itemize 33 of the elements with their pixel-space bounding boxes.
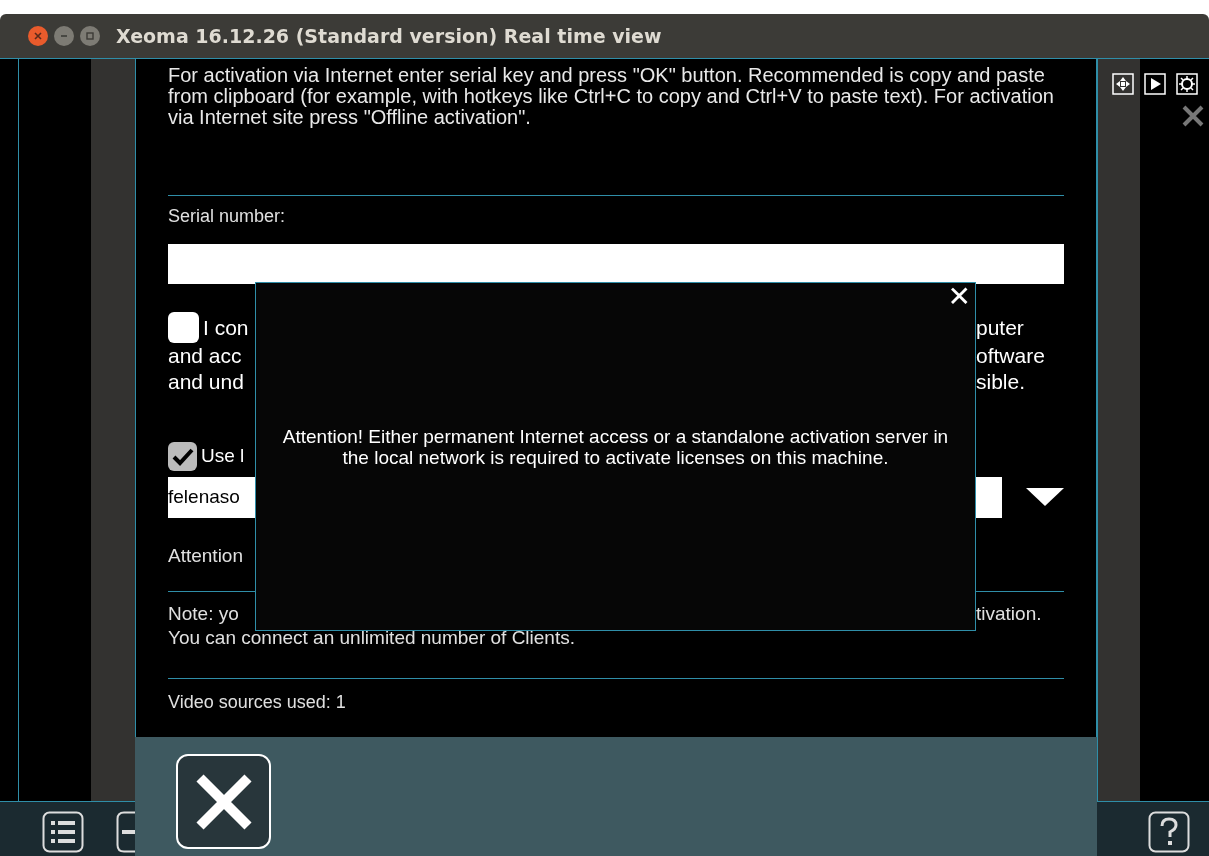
video-sources-text: Video sources used: 1 [168, 690, 347, 714]
note-text: Note: yo [168, 601, 239, 626]
help-icon[interactable] [1148, 811, 1190, 853]
dropdown-icon[interactable] [1026, 487, 1064, 508]
checkbox-label: sible. [976, 369, 1026, 395]
close-icon[interactable] [28, 26, 48, 46]
note-text: You can connect an unlimited number of Clients. [168, 625, 575, 650]
checkbox-label: puter [976, 314, 1024, 341]
settings-icon[interactable] [1176, 73, 1198, 95]
move-icon[interactable] [1112, 73, 1134, 95]
checkbox-label: and und [168, 369, 244, 395]
minimize-icon[interactable] [54, 26, 74, 46]
note-text: tivation. [976, 601, 1042, 626]
popup-message: Attention! Either permanent Internet access or a standalone activation server in the local network is required to activate licenses on this machine. [281, 426, 950, 468]
zoom-out-icon[interactable] [116, 811, 136, 853]
close-button[interactable]: ✕ [947, 283, 971, 311]
checkbox-label: and acc [168, 343, 242, 369]
serial-number-label: Serial number: [168, 205, 287, 228]
checkbox-label: oftware [976, 343, 1045, 369]
close-icon [194, 772, 253, 831]
attention-text: Attention [168, 544, 244, 568]
play-icon[interactable] [1144, 73, 1166, 95]
maximize-icon[interactable] [80, 26, 100, 46]
list-icon[interactable] [42, 811, 84, 853]
checkbox[interactable] [168, 312, 199, 343]
close-icon[interactable] [1182, 105, 1204, 127]
cancel-button[interactable] [176, 754, 271, 849]
instructions-text: For activation via Internet enter serial key and press "OK" button. Recommended is copy and paste from clipboard (for example, with hotkeys like Ctrl+C to copy and Ctrl+V to paste text). For activation via Internet site press "Offline activation". [168, 65, 1055, 128]
checkbox[interactable] [168, 442, 197, 471]
checkbox-label: Use l [201, 444, 245, 469]
serial-number-field[interactable] [168, 244, 1064, 284]
window-title: Xeoma 16.12.26 (Standard version) Real time view [116, 23, 662, 49]
checkbox-label: I con [203, 314, 249, 341]
